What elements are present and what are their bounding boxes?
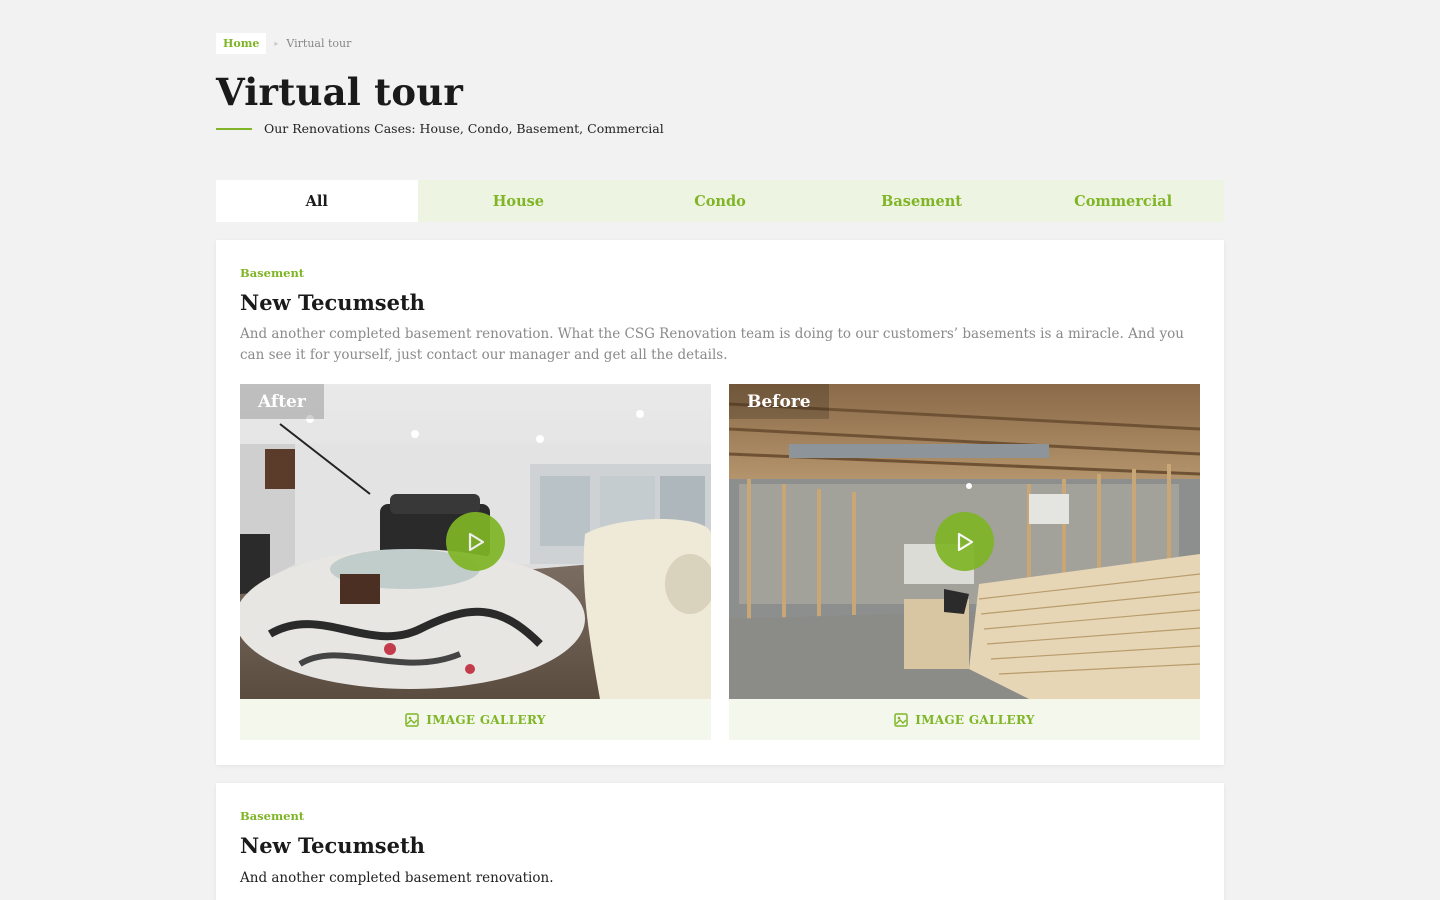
tab-basement[interactable]: Basement	[821, 180, 1023, 222]
image-icon	[405, 712, 420, 727]
image-gallery-label: IMAGE GALLERY	[915, 712, 1035, 727]
page-subtitle: Our Renovations Cases: House, Condo, Bas…	[264, 121, 664, 136]
image-icon	[894, 712, 909, 727]
play-icon	[468, 532, 484, 551]
subtitle-row: Our Renovations Cases: House, Condo, Bas…	[216, 121, 664, 136]
play-button[interactable]	[446, 512, 505, 571]
photo-label-before: Before	[729, 384, 829, 419]
tab-condo[interactable]: Condo	[619, 180, 821, 222]
breadcrumb-home-link[interactable]: Home	[216, 33, 267, 54]
play-icon	[957, 532, 973, 551]
play-button[interactable]	[935, 512, 994, 571]
page-title: Virtual tour	[216, 70, 464, 114]
tour-card: Basement New Tecumseth And another compl…	[216, 240, 1224, 765]
tab-all[interactable]: All	[216, 180, 418, 222]
breadcrumb: Home ▸ Virtual tour	[216, 33, 351, 54]
image-gallery-label: IMAGE GALLERY	[426, 712, 546, 727]
breadcrumb-current: Virtual tour	[286, 37, 352, 50]
tour-media-before: Before IMAGE GALLERY	[729, 384, 1200, 740]
subtitle-accent-line	[216, 127, 252, 130]
card-title: New Tecumseth	[240, 833, 425, 858]
tab-house[interactable]: House	[418, 180, 620, 222]
category-tabs: All House Condo Basement Commercial	[216, 180, 1224, 222]
image-gallery-button[interactable]: IMAGE GALLERY	[729, 699, 1200, 740]
breadcrumb-separator-icon: ▸	[274, 39, 279, 48]
card-description: And another completed basement renovatio…	[240, 326, 1184, 363]
before-photo[interactable]: Before	[729, 384, 1200, 699]
card-description: And another completed basement renovatio…	[240, 870, 554, 886]
tour-card: Basement New Tecumseth And another compl…	[216, 783, 1224, 900]
tour-media-after: After IMAGE GALLERY	[240, 384, 711, 740]
card-category-tag: Basement	[240, 809, 305, 823]
image-gallery-button[interactable]: IMAGE GALLERY	[240, 699, 711, 740]
tab-commercial[interactable]: Commercial	[1022, 180, 1224, 222]
photo-label-after: After	[240, 384, 324, 419]
card-category-tag: Basement	[240, 266, 305, 280]
after-photo[interactable]: After	[240, 384, 711, 699]
card-title: New Tecumseth	[240, 290, 425, 315]
